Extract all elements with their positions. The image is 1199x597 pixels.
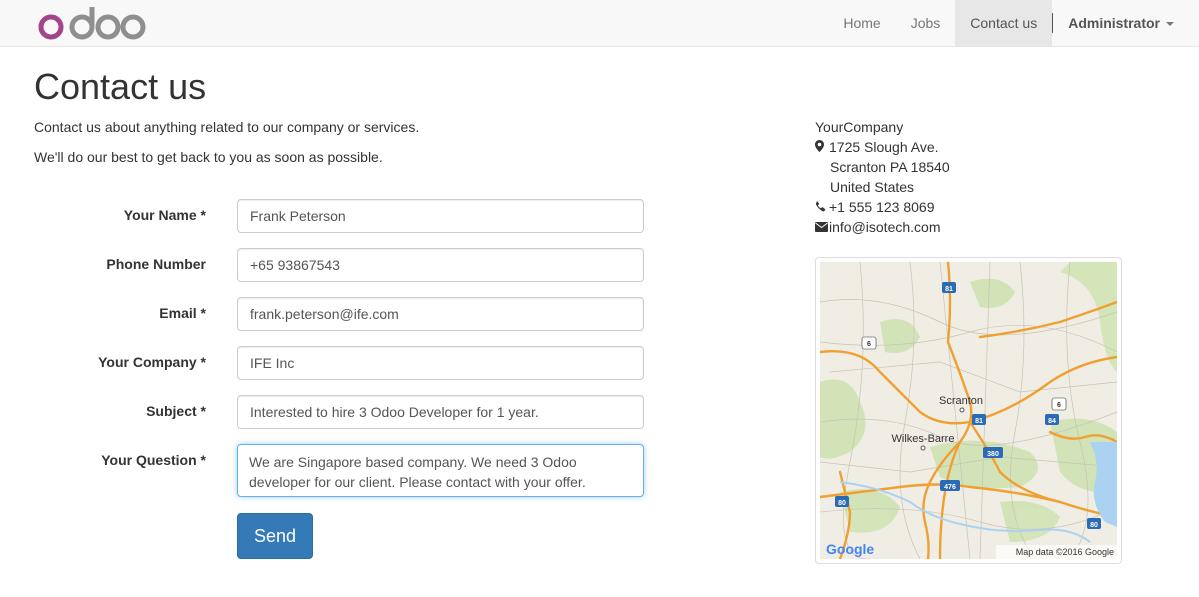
street-text: 1725 Slough Ave. xyxy=(829,139,939,155)
map-city-wilkes-barre: Wilkes-Barre xyxy=(892,433,955,445)
map-marker-icon xyxy=(815,137,827,157)
hw-380-label: 380 xyxy=(987,451,999,458)
page-title: Contact us xyxy=(34,66,207,107)
question-textarea[interactable]: We are Singapore based company. We need … xyxy=(237,444,644,497)
email-link[interactable]: info@isotech.com xyxy=(829,219,940,235)
main-nav: Home Jobs Contact us Administrator xyxy=(828,0,1199,46)
name-row: Your Name * xyxy=(0,199,650,235)
question-row: Your Question * We are Singapore based c… xyxy=(0,444,650,498)
hw-6-label-1: 6 xyxy=(867,341,871,348)
map-attribution: Map data ©2016 Google xyxy=(1016,547,1114,557)
google-logo: Google xyxy=(826,541,874,557)
email-row: Email * xyxy=(0,297,650,333)
nav-jobs[interactable]: Jobs xyxy=(896,0,956,46)
nav-home[interactable]: Home xyxy=(828,0,895,46)
company-label: Your Company * xyxy=(98,354,206,370)
hw-81-label-2: 81 xyxy=(975,418,983,425)
envelope-icon xyxy=(815,217,828,237)
email-label: Email * xyxy=(159,305,206,321)
company-name: YourCompany xyxy=(815,119,904,135)
odoo-logo[interactable] xyxy=(37,5,147,41)
email-input[interactable] xyxy=(237,297,644,331)
subject-input[interactable] xyxy=(237,395,644,429)
location-map[interactable]: 81 6 81 6 84 380 476 80 80 Scranton Wilk… xyxy=(815,257,1122,564)
caret-down-icon xyxy=(1166,22,1174,27)
map-image: 81 6 81 6 84 380 476 80 80 Scranton Wilk… xyxy=(820,262,1117,559)
company-input[interactable] xyxy=(237,346,644,380)
question-label: Your Question * xyxy=(101,452,206,468)
user-menu-label: Administrator xyxy=(1068,15,1160,31)
country-line: United States xyxy=(830,179,915,195)
intro-text: Contact us about anything related to our… xyxy=(34,119,420,135)
company-address: YourCompany 1725 Slough Ave. Scranton PA… xyxy=(815,117,950,237)
company-row: Your Company * xyxy=(0,346,650,382)
subject-row: Subject * xyxy=(0,395,650,431)
top-navbar: Home Jobs Contact us Administrator xyxy=(0,0,1199,47)
street-line: 1725 Slough Ave. xyxy=(815,137,950,157)
send-button[interactable]: Send xyxy=(237,513,313,559)
hw-81-label-1: 81 xyxy=(945,286,953,293)
hw-476-label: 476 xyxy=(944,484,956,491)
phone-icon xyxy=(815,197,827,217)
phone-row: Phone Number xyxy=(0,248,650,284)
name-input[interactable] xyxy=(237,199,644,233)
hw-6-label-2: 6 xyxy=(1057,402,1061,409)
name-label: Your Name * xyxy=(123,207,206,223)
hw-84-label: 84 xyxy=(1048,418,1056,425)
phone-label: Phone Number xyxy=(106,256,206,272)
city-line: Scranton PA 18540 xyxy=(830,159,950,175)
map-city-scranton: Scranton xyxy=(939,395,983,407)
phone-input[interactable] xyxy=(237,248,644,282)
intro-text-2: We'll do our best to get back to you as … xyxy=(34,149,383,165)
hw-80-label-1: 80 xyxy=(838,500,846,507)
email-line: info@isotech.com xyxy=(815,217,950,237)
phone-line: +1 555 123 8069 xyxy=(815,197,950,217)
hw-80-label-2: 80 xyxy=(1090,522,1098,529)
nav-contact-us[interactable]: Contact us xyxy=(955,0,1053,46)
subject-label: Subject * xyxy=(146,403,206,419)
phone-text: +1 555 123 8069 xyxy=(829,199,935,215)
user-menu[interactable]: Administrator xyxy=(1053,0,1199,46)
